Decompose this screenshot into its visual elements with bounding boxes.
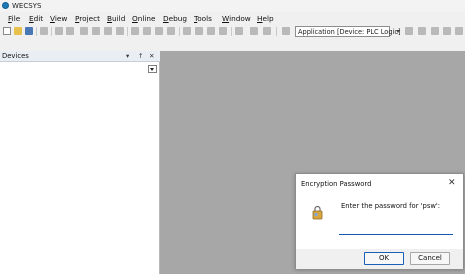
device-icon[interactable] [282, 27, 290, 35]
stop-icon[interactable] [443, 27, 451, 35]
bookmark-icon[interactable] [183, 27, 191, 35]
menu-bar: File Edit View Project Build Online Debu… [0, 13, 465, 24]
active-application-select[interactable]: Application [Device: PLC Logic] [295, 26, 401, 37]
menu-debug-rest: ebug [168, 14, 188, 23]
menu-edit-rest: dit [33, 14, 44, 23]
login-icon[interactable] [405, 27, 413, 35]
next-bookmark-icon[interactable] [195, 27, 203, 35]
clear-bookmarks-icon[interactable] [219, 27, 227, 35]
menu-online-rest: nline [137, 14, 156, 23]
menu-view[interactable]: View [50, 14, 67, 23]
find-in-project-icon[interactable] [155, 27, 163, 35]
reset-icon[interactable] [455, 27, 463, 35]
generate-code-icon[interactable] [250, 27, 258, 35]
menu-help-rest: elp [262, 14, 274, 23]
close-icon[interactable]: ✕ [149, 52, 154, 60]
save-icon[interactable] [25, 27, 33, 35]
delete-icon[interactable] [116, 27, 124, 35]
devices-panel: Devices ▾ ↑ ✕ [0, 51, 160, 274]
toolbar-separator [179, 27, 180, 36]
paste-icon[interactable] [104, 27, 112, 35]
devices-panel-header: Devices ▾ ↑ ✕ [0, 51, 160, 62]
menu-window[interactable]: Window [222, 14, 251, 23]
menu-build-rest: uild [112, 14, 126, 23]
menu-debug[interactable]: Debug [163, 14, 187, 23]
logout-icon[interactable] [418, 27, 426, 35]
menu-window-accel: W [222, 14, 230, 23]
toolbar-separator [231, 27, 232, 36]
menu-edit[interactable]: Edit [29, 14, 43, 23]
new-file-icon[interactable] [3, 27, 11, 35]
run-icon[interactable] [431, 27, 439, 35]
active-application-value: Application [Device: PLC Logic] [298, 28, 401, 36]
cancel-button[interactable]: Cancel [410, 252, 450, 265]
menu-project-rest: roject [79, 14, 100, 23]
close-icon[interactable]: ✕ [448, 178, 456, 188]
replace-icon[interactable] [143, 27, 151, 35]
toolbar-separator [127, 27, 128, 36]
dialog-body: Enter the password for 'psw': [296, 193, 463, 249]
toolbar-separator [276, 27, 277, 36]
ok-button[interactable]: OK [364, 252, 404, 265]
toolbar-separator [36, 27, 37, 36]
menu-file[interactable]: File [8, 14, 20, 23]
undo-icon[interactable] [55, 27, 63, 35]
chevron-down-icon[interactable] [395, 26, 402, 37]
cut-icon[interactable] [80, 27, 88, 35]
devices-panel-title: Devices [2, 52, 29, 60]
menu-tools-rest: ools [197, 14, 212, 23]
dialog-footer: OK Cancel [296, 249, 463, 269]
password-field[interactable] [339, 224, 453, 235]
menu-window-rest: indow [229, 14, 251, 23]
encryption-password-dialog: Encryption Password ✕ Enter the password… [295, 173, 464, 269]
menu-view-rest: iew [54, 14, 68, 23]
settings-icon[interactable] [263, 27, 271, 35]
menu-online[interactable]: Online [132, 14, 156, 23]
panel-menu-icon[interactable]: ▾ [126, 52, 129, 60]
menu-tools[interactable]: Tools [194, 14, 212, 23]
menu-build[interactable]: Build [107, 14, 125, 23]
toolbar-separator [51, 27, 52, 36]
devices-dropdown[interactable] [148, 65, 157, 73]
app-logo-icon [2, 2, 9, 9]
open-folder-icon[interactable] [14, 27, 22, 35]
dialog-titlebar: Encryption Password ✕ [296, 174, 463, 193]
copy-icon[interactable] [92, 27, 100, 35]
menu-file-rest: ile [11, 14, 21, 23]
replace-in-project-icon[interactable] [167, 27, 175, 35]
window-titlebar: WECSYS [0, 0, 465, 12]
menu-project[interactable]: Project [75, 14, 100, 23]
previous-bookmark-icon[interactable] [207, 27, 215, 35]
build-icon[interactable] [235, 27, 243, 35]
redo-icon[interactable] [66, 27, 74, 35]
window-title: WECSYS [12, 2, 42, 10]
print-icon[interactable] [40, 27, 48, 35]
menu-help[interactable]: Help [257, 14, 274, 23]
lock-icon [312, 205, 323, 220]
find-icon[interactable] [131, 27, 139, 35]
dialog-title: Encryption Password [301, 180, 372, 188]
pin-icon[interactable]: ↑ [138, 52, 143, 60]
password-prompt: Enter the password for 'psw': [341, 202, 441, 210]
